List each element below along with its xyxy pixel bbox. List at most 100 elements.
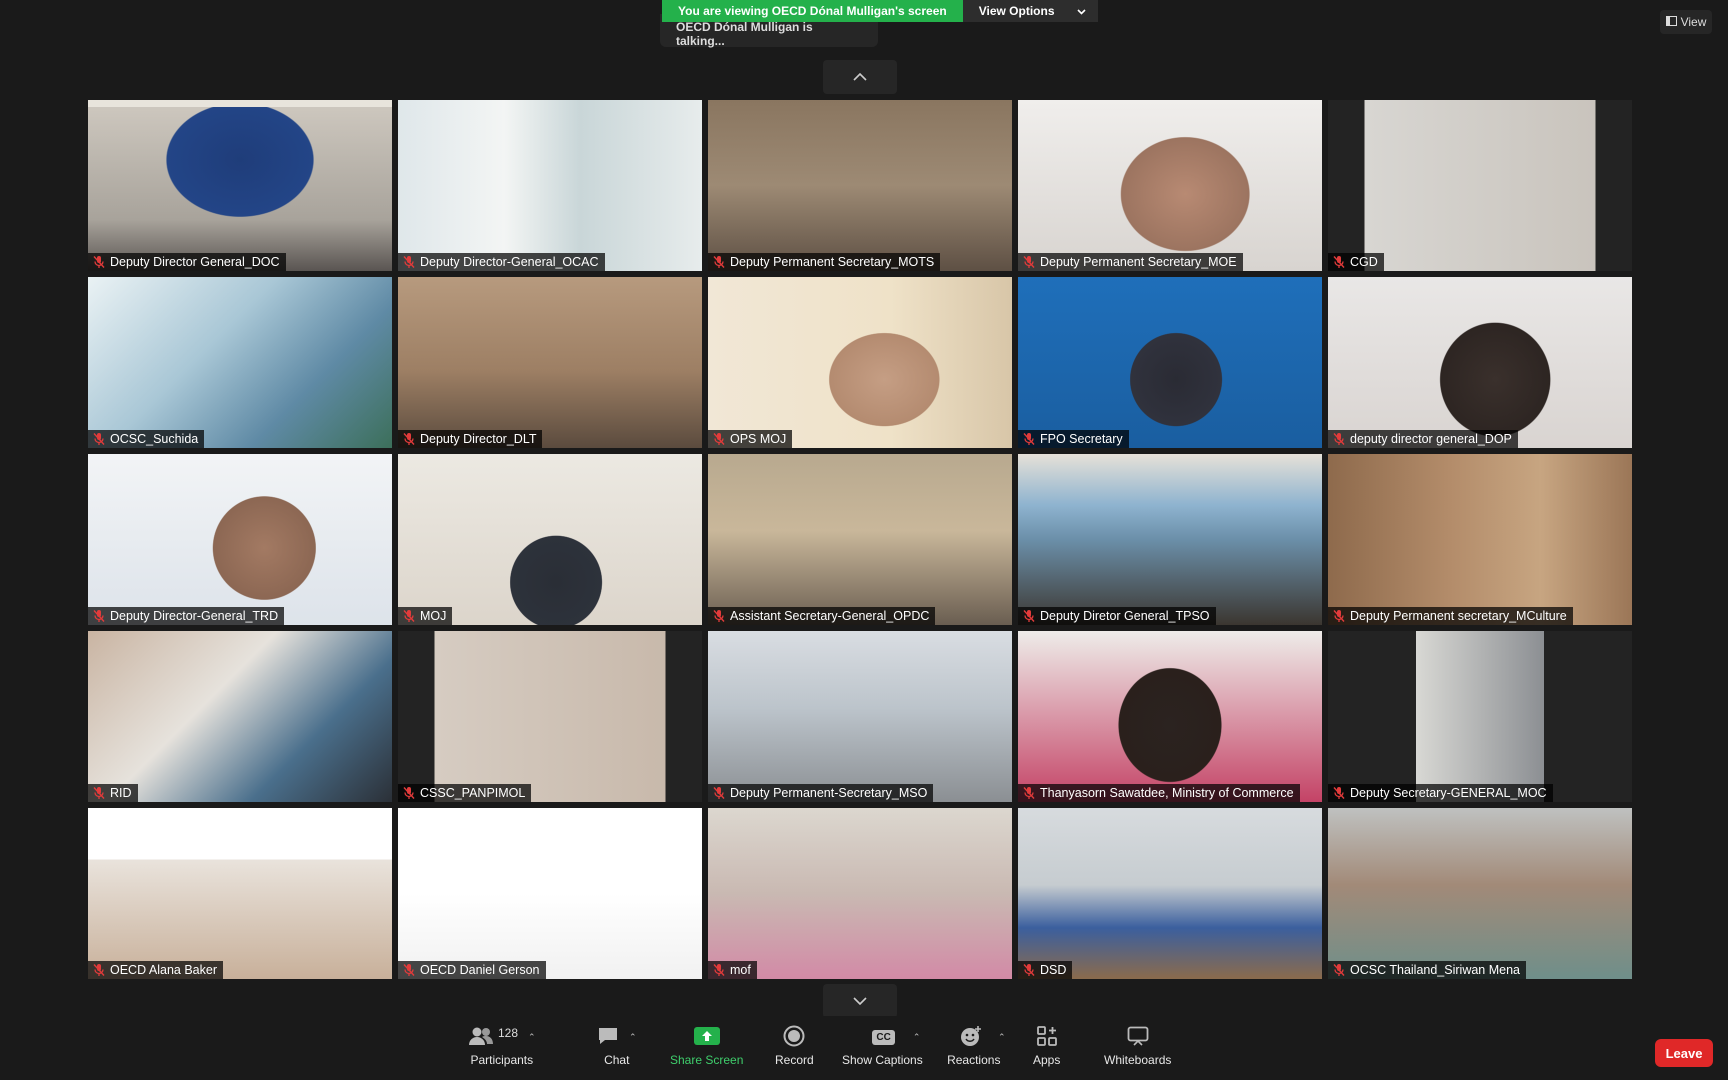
participant-video-tile[interactable]: DSD xyxy=(1018,808,1322,979)
next-page-button[interactable] xyxy=(823,984,897,1018)
previous-page-button[interactable] xyxy=(823,60,897,94)
participant-video-feed xyxy=(1018,631,1322,802)
share-screen-icon xyxy=(693,1026,720,1048)
participant-name: Deputy Diretor General_TPSO xyxy=(1040,609,1210,623)
participant-video-tile[interactable]: OECD Alana Baker xyxy=(88,808,392,979)
participant-video-tile[interactable]: Deputy Secretary-GENERAL_MOC xyxy=(1328,631,1632,802)
participant-video-feed xyxy=(1328,100,1632,271)
participants-caret-icon[interactable]: ⌃ xyxy=(528,1032,536,1043)
participant-name-tag: OPS MOJ xyxy=(708,430,793,448)
muted-microphone-icon xyxy=(92,786,106,800)
participant-video-tile[interactable]: Deputy Director-General_TRD xyxy=(88,454,392,625)
participant-video-feed xyxy=(1328,454,1632,625)
chat-button[interactable]: ⌃ Chat xyxy=(597,1026,637,1067)
participant-video-tile[interactable]: Deputy Director General_DOC xyxy=(88,100,392,271)
apps-icon xyxy=(1036,1025,1057,1049)
view-button-label: View xyxy=(1680,15,1707,29)
participant-video-tile[interactable]: Deputy Permanent-Secretary_MSO xyxy=(708,631,1012,802)
participant-video-tile[interactable]: Deputy Permanent Secretary_MOE xyxy=(1018,100,1322,271)
participant-name: Deputy Director_DLT xyxy=(420,432,537,446)
participant-video-feed xyxy=(1018,277,1322,448)
participant-name: Deputy Director-General_OCAC xyxy=(420,255,599,269)
participant-video-tile[interactable]: Deputy Permanent secretary_MCulture xyxy=(1328,454,1632,625)
muted-microphone-icon xyxy=(402,432,416,446)
participant-name-tag: DSD xyxy=(1018,961,1073,979)
reactions-button[interactable]: ⌃ Reactions xyxy=(942,1025,1006,1067)
participant-video-tile[interactable]: mof xyxy=(708,808,1012,979)
participant-video-feed xyxy=(398,100,702,271)
meeting-toolbar: 128 ⌃ Participants ⌃ Chat Share Screen R… xyxy=(0,1016,1728,1080)
view-options-button[interactable]: View Options xyxy=(962,0,1098,22)
participant-video-tile[interactable]: FPO Secretary xyxy=(1018,277,1322,448)
participant-name-tag: Deputy Director-General_OCAC xyxy=(398,253,605,271)
participant-name-tag: Deputy Diretor General_TPSO xyxy=(1018,607,1216,625)
participant-video-tile[interactable]: deputy director general_DOP xyxy=(1328,277,1632,448)
muted-microphone-icon xyxy=(92,963,106,977)
participant-name: RID xyxy=(110,786,132,800)
participant-name-tag: Deputy Director-General_TRD xyxy=(88,607,285,625)
participant-video-tile[interactable]: OCSC Thailand_Siriwan Mena xyxy=(1328,808,1632,979)
muted-microphone-icon xyxy=(1332,963,1346,977)
participant-name: Deputy Director-General_TRD xyxy=(110,609,279,623)
participant-name-tag: Deputy Permanent Secretary_MOE xyxy=(1018,253,1243,271)
muted-microphone-icon xyxy=(1022,432,1036,446)
captions-icon: CC xyxy=(872,1029,895,1045)
participant-name-tag: Thanyasorn Sawatdee, Ministry of Commerc… xyxy=(1018,784,1300,802)
screen-share-banner: You are viewing OECD Dónal Mulligan's sc… xyxy=(662,0,1098,22)
participant-name: Deputy Secretary-GENERAL_MOC xyxy=(1350,786,1547,800)
participant-name: Deputy Permanent secretary_MCulture xyxy=(1350,609,1567,623)
view-button[interactable]: View xyxy=(1660,10,1712,34)
participant-video-tile[interactable]: RID xyxy=(88,631,392,802)
participant-video-feed xyxy=(1328,277,1632,448)
participant-name-tag: mof xyxy=(708,961,757,979)
participant-name: Deputy Permanent Secretary_MOTS xyxy=(730,255,935,269)
participant-video-feed xyxy=(708,454,1012,625)
participant-name: deputy director general_DOP xyxy=(1350,432,1512,446)
participant-name: OCSC Thailand_Siriwan Mena xyxy=(1350,963,1520,977)
active-speaker-text: OECD Dónal Mulligan is talking... xyxy=(676,20,813,48)
participant-name: CSSC_PANPIMOL xyxy=(420,786,526,800)
captions-caret-icon[interactable]: ⌃ xyxy=(913,1032,921,1043)
participant-video-tile[interactable]: Deputy Permanent Secretary_MOTS xyxy=(708,100,1012,271)
participant-name-tag: Deputy Director_DLT xyxy=(398,430,543,448)
show-captions-label: Show Captions xyxy=(842,1053,923,1067)
chat-caret-icon[interactable]: ⌃ xyxy=(629,1032,637,1043)
participant-name: OCSC_Suchida xyxy=(110,432,199,446)
view-options-label: View Options xyxy=(978,4,1055,18)
record-button[interactable]: Record xyxy=(775,1025,814,1067)
muted-microphone-icon xyxy=(712,609,726,623)
participant-video-tile[interactable]: CSSC_PANPIMOL xyxy=(398,631,702,802)
participant-video-tile[interactable]: OCSC_Suchida xyxy=(88,277,392,448)
participant-name: OECD Alana Baker xyxy=(110,963,217,977)
participant-video-tile[interactable]: Thanyasorn Sawatdee, Ministry of Commerc… xyxy=(1018,631,1322,802)
apps-button[interactable]: Apps xyxy=(1033,1025,1061,1067)
participant-video-tile[interactable]: Assistant Secretary-General_OPDC xyxy=(708,454,1012,625)
leave-button[interactable]: Leave xyxy=(1655,1039,1713,1067)
muted-microphone-icon xyxy=(1022,786,1036,800)
muted-microphone-icon xyxy=(92,255,106,269)
participant-video-feed xyxy=(398,808,702,979)
record-label: Record xyxy=(775,1053,814,1067)
participant-name: OPS MOJ xyxy=(730,432,787,446)
muted-microphone-icon xyxy=(402,786,416,800)
participant-name-tag: Deputy Permanent-Secretary_MSO xyxy=(708,784,934,802)
apps-label: Apps xyxy=(1033,1053,1061,1067)
participant-name: FPO Secretary xyxy=(1040,432,1123,446)
participant-video-tile[interactable]: Deputy Director_DLT xyxy=(398,277,702,448)
participant-video-tile[interactable]: OECD Daniel Gerson xyxy=(398,808,702,979)
participant-name-tag: Deputy Permanent Secretary_MOTS xyxy=(708,253,941,271)
reactions-caret-icon[interactable]: ⌃ xyxy=(998,1032,1006,1043)
participant-video-tile[interactable]: CGD xyxy=(1328,100,1632,271)
participants-button[interactable]: 128 ⌃ Participants xyxy=(468,1026,536,1067)
participant-video-tile[interactable]: OPS MOJ xyxy=(708,277,1012,448)
layout-icon xyxy=(1665,15,1677,29)
participant-video-tile[interactable]: Deputy Diretor General_TPSO xyxy=(1018,454,1322,625)
whiteboards-button[interactable]: Whiteboards xyxy=(1104,1026,1171,1067)
participant-name: mof xyxy=(730,963,751,977)
participant-video-feed xyxy=(1328,808,1632,979)
show-captions-button[interactable]: CC ⌃ Show Captions xyxy=(842,1026,923,1067)
participant-name-tag: Deputy Permanent secretary_MCulture xyxy=(1328,607,1573,625)
participant-video-tile[interactable]: Deputy Director-General_OCAC xyxy=(398,100,702,271)
participant-video-tile[interactable]: MOJ xyxy=(398,454,702,625)
share-screen-button[interactable]: Share Screen xyxy=(670,1026,743,1067)
